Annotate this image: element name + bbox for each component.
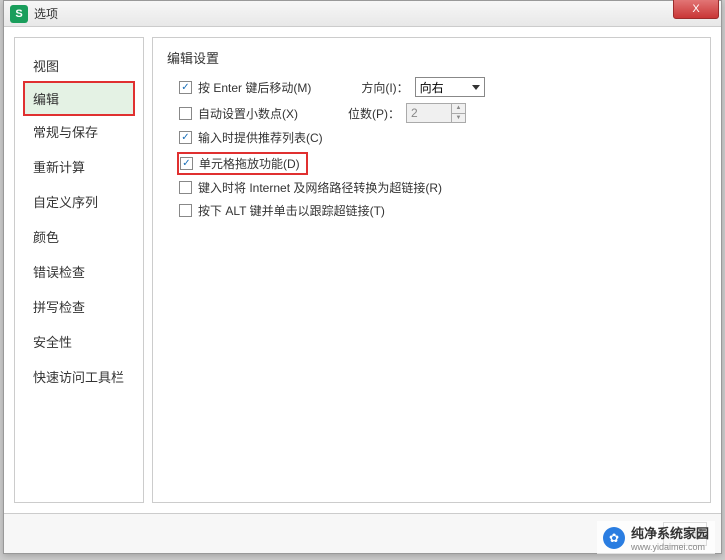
direction-value: 向右 bbox=[420, 79, 444, 96]
checkbox-cell-drag[interactable] bbox=[180, 157, 193, 170]
option-recommend-list: 输入时提供推荐列表(C) bbox=[167, 129, 696, 146]
option-label: 按下 ALT 键并单击以跟踪超链接(T) bbox=[198, 202, 385, 219]
section-title: 编辑设置 bbox=[167, 48, 696, 67]
app-icon: S bbox=[10, 5, 28, 23]
option-auto-decimal: 自动设置小数点(X) 位数(P)： 2 ▲ ▼ bbox=[167, 103, 696, 123]
sidebar-item-general-save[interactable]: 常规与保存 bbox=[15, 114, 143, 149]
spinner-up-icon[interactable]: ▲ bbox=[452, 104, 465, 114]
titlebar: S 选项 X bbox=[4, 1, 721, 27]
option-label: 单元格拖放功能(D) bbox=[199, 155, 300, 172]
main-panel: 编辑设置 按 Enter 键后移动(M) 方向(I)： 向右 自动设置小数点(X… bbox=[152, 37, 711, 503]
checkbox-auto-decimal[interactable] bbox=[179, 107, 192, 120]
sidebar-item-color[interactable]: 颜色 bbox=[15, 219, 143, 254]
checkbox-enter-move[interactable] bbox=[179, 81, 192, 94]
sidebar-item-edit[interactable]: 编辑 bbox=[23, 81, 135, 116]
watermark-name: 纯净系统家园 bbox=[631, 526, 709, 541]
sidebar-item-view[interactable]: 视图 bbox=[15, 48, 143, 83]
option-label: 键入时将 Internet 及网络路径转换为超链接(R) bbox=[198, 179, 442, 196]
watermark-text: 纯净系统家园 www.yidaimei.com bbox=[631, 523, 709, 552]
checkbox-recommend-list[interactable] bbox=[179, 131, 192, 144]
content-area: 视图 编辑 常规与保存 重新计算 自定义序列 颜色 错误检查 拼写检查 安全性 … bbox=[4, 27, 721, 513]
checkbox-alt-click[interactable] bbox=[179, 204, 192, 217]
sidebar-item-spell-check[interactable]: 拼写检查 bbox=[15, 289, 143, 324]
watermark: ✿ 纯净系统家园 www.yidaimei.com bbox=[597, 521, 715, 554]
options-dialog: S 选项 X 视图 编辑 常规与保存 重新计算 自定义序列 颜色 错误检查 拼写… bbox=[3, 0, 722, 554]
option-hyperlink-convert: 键入时将 Internet 及网络路径转换为超链接(R) bbox=[167, 179, 696, 196]
checkbox-hyperlink-convert[interactable] bbox=[179, 181, 192, 194]
option-label: 输入时提供推荐列表(C) bbox=[198, 129, 323, 146]
sidebar-item-quick-access[interactable]: 快速访问工具栏 bbox=[15, 359, 143, 394]
option-label: 按 Enter 键后移动(M) bbox=[198, 79, 311, 96]
watermark-url: www.yidaimei.com bbox=[631, 542, 709, 552]
direction-control: 方向(I)： 向右 bbox=[361, 77, 484, 97]
chevron-down-icon bbox=[472, 85, 480, 90]
watermark-icon: ✿ bbox=[603, 527, 625, 549]
option-label: 自动设置小数点(X) bbox=[198, 105, 298, 122]
sidebar-item-recalc[interactable]: 重新计算 bbox=[15, 149, 143, 184]
close-button[interactable]: X bbox=[673, 0, 719, 19]
places-control: 位数(P)： 2 ▲ ▼ bbox=[348, 103, 466, 123]
direction-select[interactable]: 向右 bbox=[415, 77, 485, 97]
sidebar-item-custom-list[interactable]: 自定义序列 bbox=[15, 184, 143, 219]
sidebar-item-error-check[interactable]: 错误检查 bbox=[15, 254, 143, 289]
direction-label: 方向(I)： bbox=[361, 79, 408, 96]
window-title: 选项 bbox=[34, 5, 58, 22]
places-label: 位数(P)： bbox=[348, 105, 400, 122]
option-enter-move: 按 Enter 键后移动(M) 方向(I)： 向右 bbox=[167, 77, 696, 97]
option-cell-drag-highlight: 单元格拖放功能(D) bbox=[177, 152, 308, 175]
places-value: 2 bbox=[407, 106, 451, 120]
spinner-buttons: ▲ ▼ bbox=[451, 104, 465, 122]
sidebar-item-security[interactable]: 安全性 bbox=[15, 324, 143, 359]
sidebar: 视图 编辑 常规与保存 重新计算 自定义序列 颜色 错误检查 拼写检查 安全性 … bbox=[14, 37, 144, 503]
spinner-down-icon[interactable]: ▼ bbox=[452, 114, 465, 123]
option-alt-click-hyperlink: 按下 ALT 键并单击以跟踪超链接(T) bbox=[167, 202, 696, 219]
places-spinner[interactable]: 2 ▲ ▼ bbox=[406, 103, 466, 123]
